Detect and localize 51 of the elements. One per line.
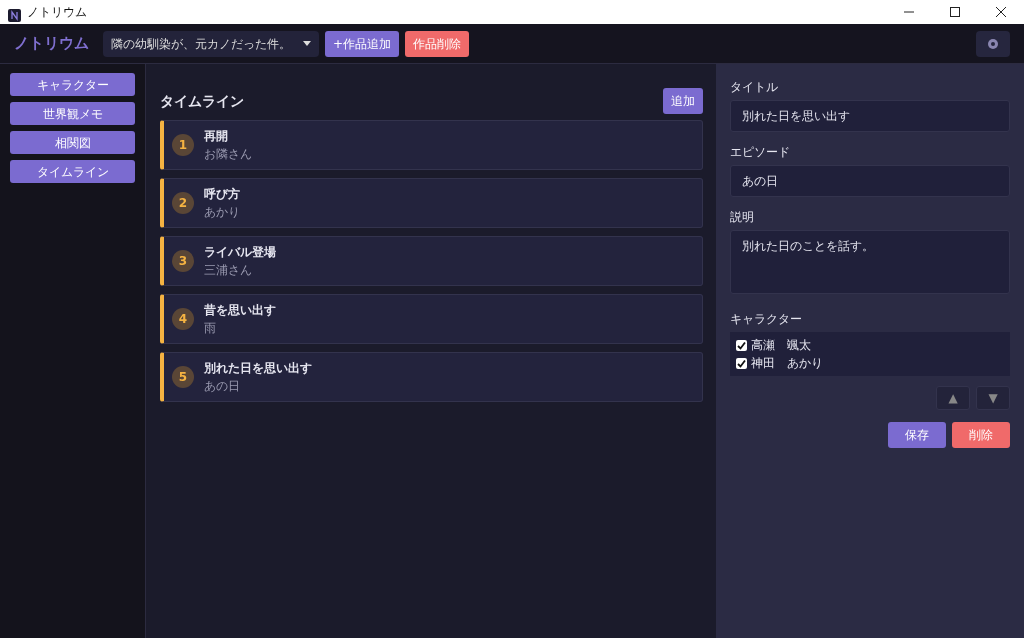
move-up-button[interactable]: ▲ xyxy=(936,386,970,410)
event-number: 3 xyxy=(172,250,194,272)
event-number: 1 xyxy=(172,134,194,156)
checkbox[interactable] xyxy=(736,357,747,369)
save-button[interactable]: 保存 xyxy=(888,422,946,448)
field-label: キャラクター xyxy=(730,311,803,328)
add-work-button[interactable]: +作品追加 xyxy=(325,30,400,57)
event-subtitle: 雨 xyxy=(204,320,217,337)
sidebar-item[interactable]: タイムライン xyxy=(10,160,135,183)
timeline-event[interactable]: 5 別れた日を思い出す あの日 xyxy=(160,352,703,402)
event-title: 再開 xyxy=(204,128,229,145)
delete-button[interactable]: 削除 xyxy=(952,422,1010,448)
app-logo: ノトリウム xyxy=(14,33,89,55)
timeline-event[interactable]: 1 再開 お隣さん xyxy=(160,120,703,170)
event-subtitle: あの日 xyxy=(204,378,241,395)
episode-field[interactable]: あの日 xyxy=(730,165,1010,197)
event-subtitle: あかり xyxy=(204,204,240,221)
close-icon[interactable] xyxy=(995,6,1007,18)
move-down-button[interactable]: ▼ xyxy=(976,386,1010,410)
character-name: 神田 あかり xyxy=(751,355,823,372)
event-number: 4 xyxy=(172,308,194,330)
delete-work-button[interactable]: 作品削除 xyxy=(405,30,470,57)
sidebar-item[interactable]: 相関図 xyxy=(10,131,135,154)
timeline-event[interactable]: 4 昔を思い出す 雨 xyxy=(160,294,703,344)
field-label: タイトル xyxy=(730,79,779,96)
event-title: 呼び方 xyxy=(204,186,240,203)
event-number: 2 xyxy=(172,192,194,214)
add-button[interactable]: 追加 xyxy=(663,88,703,114)
description-field[interactable]: 別れた日のことを話す。 xyxy=(730,230,1010,294)
settings-button[interactable] xyxy=(976,30,1010,57)
maximize-icon[interactable] xyxy=(949,6,961,18)
field-label: エピソード xyxy=(730,144,791,161)
field-label: 説明 xyxy=(730,209,755,226)
character-name: 高瀬 颯太 xyxy=(751,337,811,354)
event-number: 5 xyxy=(172,366,194,388)
event-title: 昔を思い出す xyxy=(204,302,276,319)
title-field[interactable]: 別れた日を思い出す xyxy=(730,100,1010,132)
settings-icon xyxy=(987,37,999,50)
section-title: タイムライン xyxy=(160,91,244,111)
checkbox[interactable] xyxy=(736,339,747,351)
event-title: ライバル登場 xyxy=(204,244,276,261)
caret-icon xyxy=(303,41,311,46)
timeline-event[interactable]: 2 呼び方 あかり xyxy=(160,178,703,228)
event-subtitle: お隣さん xyxy=(204,146,252,163)
timeline-event[interactable]: 3 ライバル登場 三浦さん xyxy=(160,236,703,286)
event-subtitle: 三浦さん xyxy=(204,262,253,279)
sidebar-item[interactable]: 世界観メモ xyxy=(10,102,135,125)
event-title: 別れた日を思い出す xyxy=(204,360,312,377)
sidebar-item[interactable]: キャラクター xyxy=(10,73,135,96)
work-select[interactable]: 隣の幼馴染が、元カノだった件。 xyxy=(103,30,319,57)
window-title: ノトリウム xyxy=(27,4,87,21)
